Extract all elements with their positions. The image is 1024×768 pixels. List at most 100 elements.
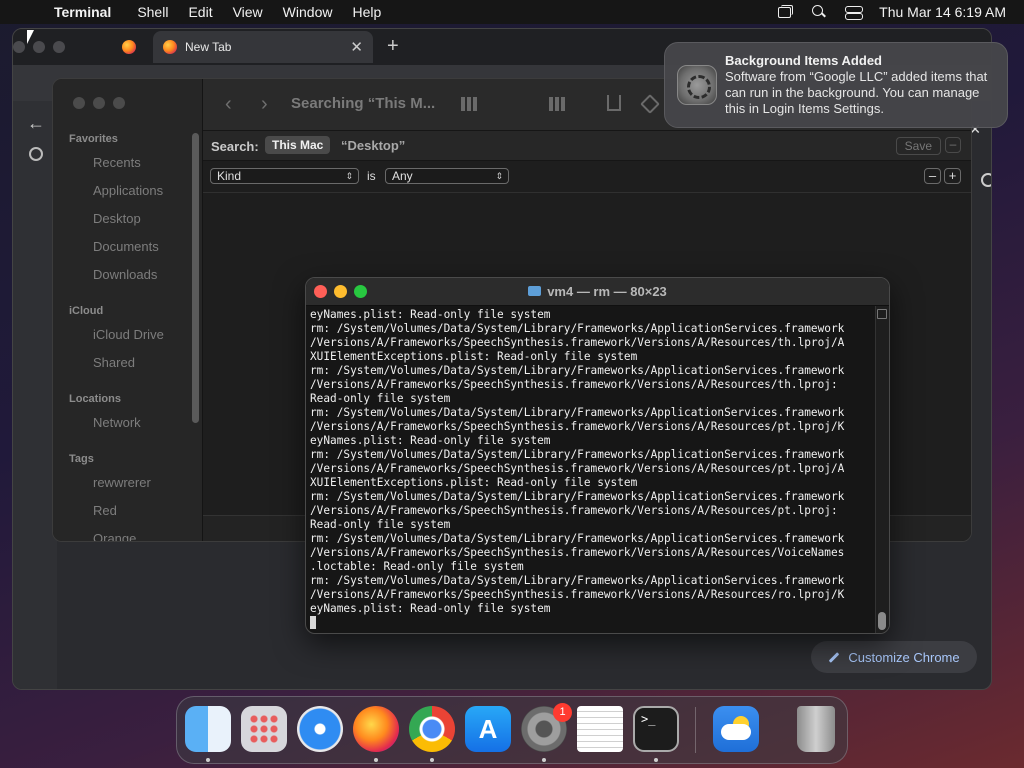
launchpad-icon[interactable]: [241, 706, 287, 752]
remove-search-button[interactable]: –: [945, 137, 961, 153]
menu-help[interactable]: Help: [352, 4, 381, 20]
search-scope-bar: Search: This Mac “Desktop” Save –: [203, 131, 971, 161]
chrome-icon[interactable]: [409, 706, 455, 752]
system-settings-icon: [677, 65, 717, 105]
terminal-titlebar: vm4 — rm — 80×23: [306, 278, 889, 306]
terminal-output[interactable]: eyNames.plist: Read-only file system rm: …: [310, 308, 876, 630]
terminal-line: /Versions/A/Frameworks/SpeechSynthesis.f…: [310, 504, 838, 517]
globe-icon[interactable]: [29, 147, 43, 161]
add-criteria-button[interactable]: +: [944, 168, 961, 184]
sidebar-scrollbar[interactable]: [192, 133, 199, 423]
value-selected: Any: [392, 169, 413, 183]
remove-criteria-button[interactable]: –: [924, 168, 941, 184]
control-center-icon[interactable]: [845, 5, 864, 20]
popup-updown-icon: ⇕: [495, 171, 503, 181]
sidebar-item-icloud-drive[interactable]: iCloud Drive: [93, 327, 164, 342]
running-indicator: [206, 758, 210, 762]
menu-app-terminal[interactable]: Terminal: [54, 4, 111, 20]
firefox-favicon-icon: [122, 40, 136, 54]
share-icon[interactable]: [607, 95, 621, 111]
group-by-icon[interactable]: [549, 97, 565, 111]
finder-zoom-button[interactable]: [113, 97, 125, 109]
terminal-line: /Versions/A/Frameworks/SpeechSynthesis.f…: [310, 462, 845, 475]
forward-chevron-icon[interactable]: ›: [261, 93, 268, 116]
terminal-title-text: vm4 — rm — 80×23: [547, 284, 667, 299]
firefox-icon[interactable]: [353, 706, 399, 752]
terminal-line: .loctable: Read-only file system: [310, 560, 524, 573]
sidebar-item-recents[interactable]: Recents: [93, 155, 141, 170]
app-store-icon[interactable]: [465, 706, 511, 752]
sidebar-item-applications[interactable]: Applications: [93, 183, 163, 198]
terminal-line: /Versions/A/Frameworks/SpeechSynthesis.f…: [310, 588, 845, 601]
terminal-line: rm: /System/Volumes/Data/System/Library/…: [310, 322, 845, 335]
tab-firefox[interactable]: [109, 31, 149, 63]
popup-updown-icon: ⇕: [345, 171, 353, 181]
attribute-popup[interactable]: Kind ⇕: [210, 168, 359, 184]
tag-icon[interactable]: [640, 94, 660, 114]
finder-icon[interactable]: [185, 706, 231, 752]
dock-separator: [695, 707, 696, 753]
scroll-thumb[interactable]: [878, 612, 886, 630]
tab-title: New Tab: [185, 40, 232, 54]
sidebar-item-network[interactable]: Network: [93, 415, 141, 430]
new-tab-button[interactable]: +: [387, 35, 399, 58]
scope-desktop[interactable]: “Desktop”: [341, 138, 405, 153]
terminal-line: eyNames.plist: Read-only file system: [310, 308, 551, 321]
notification-badge: 1: [553, 703, 572, 722]
screen-mirroring-icon[interactable]: [777, 5, 794, 19]
window-zoom-dim[interactable]: [53, 41, 65, 53]
running-indicator: [430, 758, 434, 762]
sidebar-item-documents[interactable]: Documents: [93, 239, 159, 254]
mouse-pointer-icon: [27, 30, 34, 44]
terminal-scrollbar[interactable]: [875, 306, 889, 633]
tab-new-tab[interactable]: New Tab ✕: [153, 31, 373, 63]
scope-this-mac[interactable]: This Mac: [265, 136, 331, 154]
running-indicator: [374, 758, 378, 762]
menu-view[interactable]: View: [233, 4, 263, 20]
search-label: Search:: [211, 139, 259, 154]
sidebar-item-desktop[interactable]: Desktop: [93, 211, 141, 226]
trash-icon[interactable]: [797, 706, 835, 752]
terminal-line: /Versions/A/Frameworks/SpeechSynthesis.f…: [310, 420, 845, 433]
terminal-line: Read-only file system: [310, 392, 451, 405]
finder-sidebar: Favorites Recents Applications Desktop D…: [53, 79, 203, 541]
terminal-cursor-line: [310, 616, 876, 630]
window-close-dim[interactable]: [13, 41, 25, 53]
terminal-line: eyNames.plist: Read-only file system: [310, 434, 551, 447]
safari-icon[interactable]: [297, 706, 343, 752]
browser-side-strip: [13, 101, 57, 689]
value-popup[interactable]: Any ⇕: [385, 168, 509, 184]
sidebar-tag-orange[interactable]: Orange: [93, 531, 136, 541]
menu-window[interactable]: Window: [283, 4, 333, 20]
sidebar-tag-rewwrerer[interactable]: rewwrerer: [93, 475, 151, 490]
terminal-line: eyNames.plist: Read-only file system: [310, 602, 551, 615]
scroll-marker-icon[interactable]: [877, 309, 887, 319]
notification-banner[interactable]: Background Items Added Software from “Go…: [664, 42, 1008, 128]
notification-body: Software from “Google LLC” added items t…: [725, 69, 988, 116]
menubar-clock[interactable]: Thu Mar 14 6:19 AM: [879, 4, 1006, 20]
terminal-title: vm4 — rm — 80×23: [306, 284, 889, 299]
sidebar-item-downloads[interactable]: Downloads: [93, 267, 157, 282]
terminal-icon[interactable]: [633, 706, 679, 752]
sidebar-item-shared[interactable]: Shared: [93, 355, 135, 370]
spotlight-search-icon[interactable]: [811, 5, 827, 19]
window-minimize-dim[interactable]: [33, 41, 45, 53]
sidebar-tag-red[interactable]: Red: [93, 503, 117, 518]
back-arrow-icon[interactable]: ←: [27, 113, 45, 134]
customize-chrome-button[interactable]: Customize Chrome: [811, 641, 977, 673]
back-chevron-icon[interactable]: ‹: [225, 93, 232, 116]
textedit-icon[interactable]: [577, 706, 623, 752]
menu-shell[interactable]: Shell: [137, 4, 168, 20]
gear-icon[interactable]: [981, 173, 991, 187]
sidebar-favorites-header: Favorites: [69, 133, 118, 145]
save-search-button[interactable]: Save: [895, 137, 941, 155]
terminal-line: Read-only file system: [310, 518, 451, 531]
menu-edit[interactable]: Edit: [188, 4, 212, 20]
tab-close-icon[interactable]: ✕: [350, 38, 363, 56]
terminal-line: rm: /System/Volumes/Data/System/Library/…: [310, 364, 845, 377]
weather-icon[interactable]: [713, 706, 759, 752]
finder-minimize-button[interactable]: [93, 97, 105, 109]
finder-traffic-lights: [73, 97, 125, 109]
view-mode-icon[interactable]: [461, 97, 477, 111]
finder-close-button[interactable]: [73, 97, 85, 109]
